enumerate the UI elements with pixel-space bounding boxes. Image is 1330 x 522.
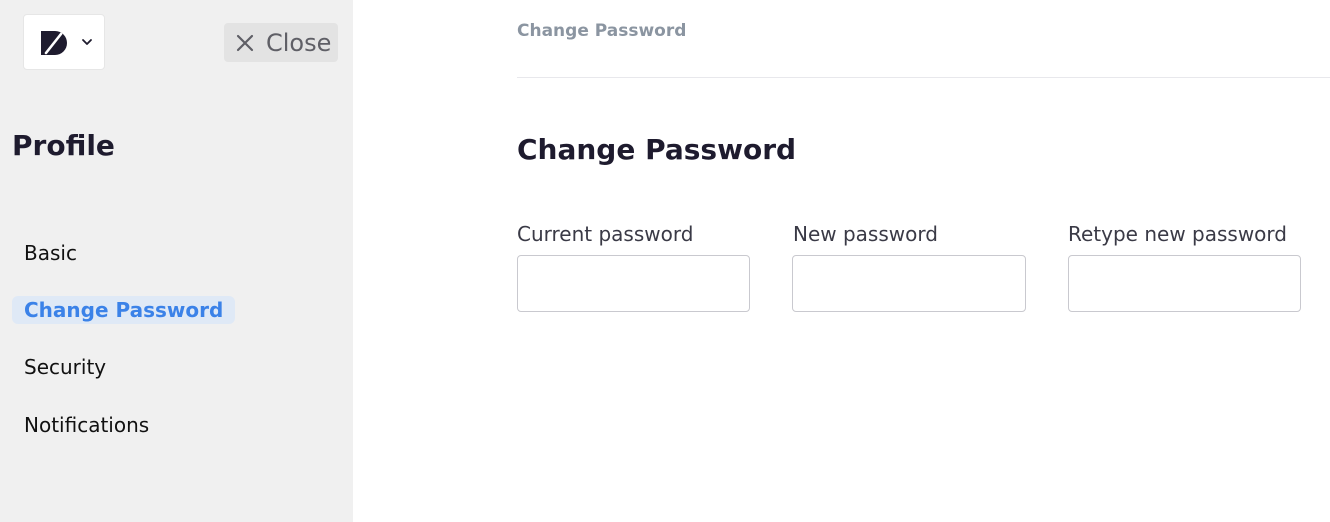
retype-password-input[interactable] [1068,255,1301,312]
retype-password-label: Retype new password [1068,222,1287,246]
sidebar-item-change-password[interactable]: Change Password [12,296,236,324]
new-password-label: New password [793,222,938,246]
sidebar-item-notifications[interactable]: Notifications [12,411,161,439]
page-title: Change Password [517,133,797,166]
breadcrumb: Change Password [517,21,687,41]
header-divider [517,77,1330,78]
chevron-down-icon [82,39,92,45]
close-button[interactable]: Close [224,23,338,62]
brand-logo-icon [41,31,67,55]
sidebar-item-security[interactable]: Security [12,353,118,381]
workspace-switcher-button[interactable] [23,14,105,70]
sidebar-title: Profile [12,129,115,162]
current-password-input[interactable] [517,255,750,312]
new-password-input[interactable] [792,255,1026,312]
close-label: Close [266,29,332,57]
close-icon [236,34,254,52]
sidebar-item-basic[interactable]: Basic [12,239,89,267]
profile-settings-page: Close Profile Basic Change Password Secu… [0,0,1330,522]
sidebar: Close Profile Basic Change Password Secu… [0,0,353,522]
current-password-label: Current password [517,222,694,246]
